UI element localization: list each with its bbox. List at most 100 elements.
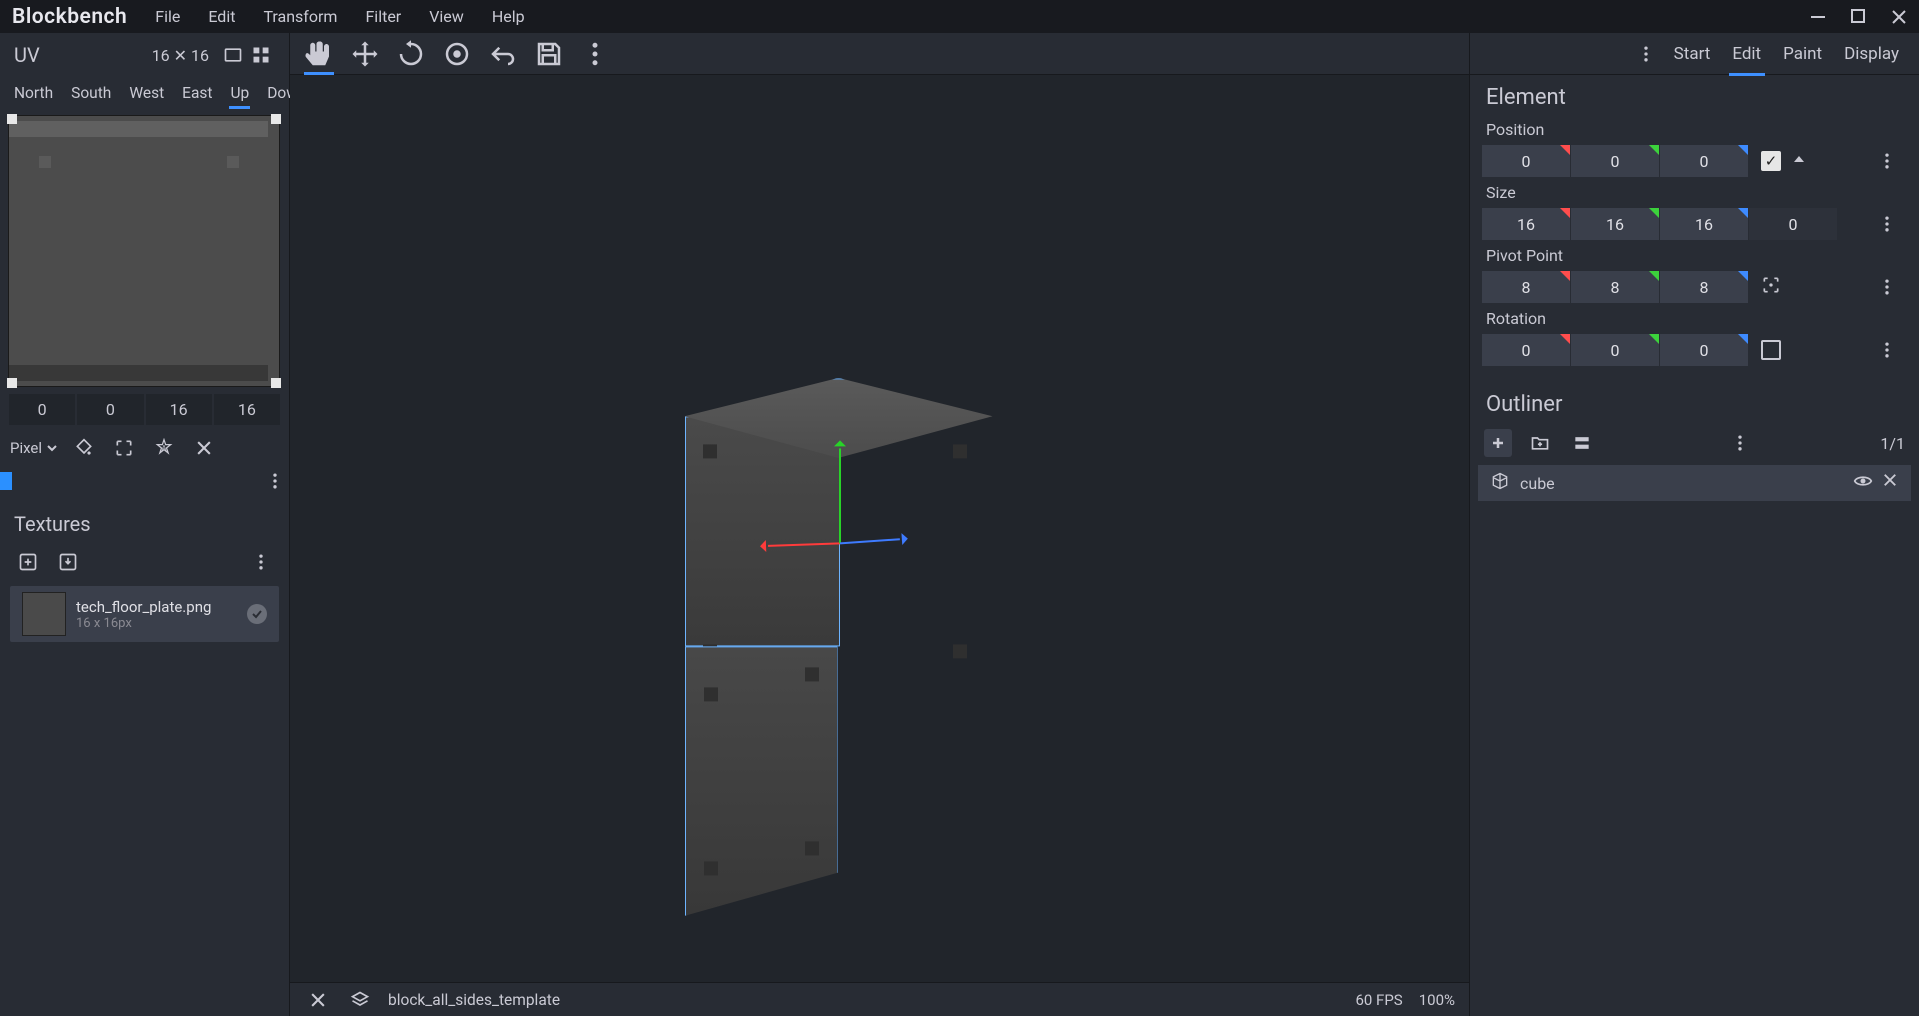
rotation-row: 0 0 0 <box>1470 332 1919 368</box>
rotation-rescale-checkbox[interactable] <box>1761 340 1781 360</box>
size-inflate[interactable]: 0 <box>1749 208 1837 240</box>
mode-tabs: Start Edit Paint Display <box>1470 33 1919 75</box>
menubar: Blockbench File Edit Transform Filter Vi… <box>0 0 1919 33</box>
position-x[interactable]: 0 <box>1482 145 1570 177</box>
pivot-tool-icon[interactable] <box>442 39 472 69</box>
uv-coords: 0 0 16 16 <box>8 393 281 426</box>
center-panel: block_all_sides_template 60 FPS 100% <box>290 33 1469 1016</box>
rotation-x[interactable]: 0 <box>1482 334 1570 366</box>
window-minimize[interactable] <box>1811 9 1827 25</box>
toolbar-options-icon[interactable] <box>580 39 610 69</box>
mode-edit[interactable]: Edit <box>1724 40 1769 68</box>
status-close-icon[interactable] <box>304 986 332 1014</box>
textures-title: Textures <box>0 504 289 544</box>
clear-icon[interactable] <box>190 434 218 462</box>
pivot-z[interactable]: 8 <box>1660 271 1748 303</box>
add-texture-icon[interactable] <box>14 548 42 576</box>
move-tool-icon[interactable] <box>350 39 380 69</box>
menu-edit[interactable]: Edit <box>196 3 247 30</box>
add-group-icon[interactable] <box>1526 429 1554 457</box>
mode-paint[interactable]: Paint <box>1775 40 1830 68</box>
pan-tool-icon[interactable] <box>304 39 334 69</box>
size-x[interactable]: 16 <box>1482 208 1570 240</box>
size-y[interactable]: 16 <box>1571 208 1659 240</box>
import-texture-icon[interactable] <box>54 548 82 576</box>
mode-options-icon[interactable] <box>1632 40 1660 68</box>
mode-start[interactable]: Start <box>1666 40 1719 68</box>
uv-coord-x2[interactable]: 16 <box>146 394 212 425</box>
menu-file[interactable]: File <box>143 3 192 30</box>
size-z[interactable]: 16 <box>1660 208 1748 240</box>
face-north[interactable]: North <box>6 82 61 104</box>
uv-fullscreen-icon[interactable] <box>219 41 247 69</box>
outliner-item[interactable]: cube <box>1478 465 1911 501</box>
cube-icon <box>1490 471 1510 495</box>
uv-coord-y2[interactable]: 16 <box>214 394 280 425</box>
statusbar: block_all_sides_template 60 FPS 100% <box>290 982 1469 1016</box>
color-options-icon[interactable] <box>261 467 289 495</box>
window-close[interactable] <box>1891 9 1907 25</box>
face-east[interactable]: East <box>174 82 220 104</box>
uv-coord-y1[interactable]: 0 <box>77 394 143 425</box>
position-collapse-icon[interactable] <box>1791 151 1807 171</box>
gizmo-z-axis[interactable] <box>839 538 899 544</box>
rotation-options-icon[interactable] <box>1873 336 1901 364</box>
textures-options-icon[interactable] <box>247 548 275 576</box>
status-project-name: block_all_sides_template <box>388 991 560 1009</box>
color-chip[interactable] <box>0 472 12 490</box>
center-pivot-icon[interactable] <box>1761 275 1781 299</box>
position-y[interactable]: 0 <box>1571 145 1659 177</box>
menu-transform[interactable]: Transform <box>251 3 349 30</box>
size-options-icon[interactable] <box>1873 210 1901 238</box>
add-cube-icon[interactable] <box>1484 429 1512 457</box>
outliner-toggle-icon[interactable] <box>1568 429 1596 457</box>
rotation-y[interactable]: 0 <box>1571 334 1659 366</box>
menu-filter[interactable]: Filter <box>353 3 413 30</box>
viewport[interactable] <box>290 75 1469 1016</box>
position-options-icon[interactable] <box>1873 147 1901 175</box>
expand-icon[interactable] <box>110 434 138 462</box>
auto-uv-icon[interactable]: A <box>150 434 178 462</box>
window-maximize[interactable] <box>1851 9 1867 25</box>
app-logo: Blockbench <box>12 5 127 29</box>
pivot-label: Pivot Point <box>1470 242 1919 269</box>
pivot-x[interactable]: 8 <box>1482 271 1570 303</box>
uv-face-tabs: North South West East Up Down <box>0 77 289 109</box>
uv-title: UV <box>14 43 40 67</box>
pivot-options-icon[interactable] <box>1873 273 1901 301</box>
position-lock-checkbox[interactable]: ✓ <box>1761 151 1781 171</box>
gizmo-y-axis[interactable] <box>839 448 841 543</box>
element-title: Element <box>1470 75 1919 116</box>
remove-icon[interactable] <box>1881 471 1899 495</box>
mode-display[interactable]: Display <box>1836 40 1907 68</box>
visibility-icon[interactable] <box>1853 471 1873 495</box>
face-south[interactable]: South <box>63 82 119 104</box>
texture-saved-icon <box>247 604 267 624</box>
undo-icon[interactable] <box>488 39 518 69</box>
position-z[interactable]: 0 <box>1660 145 1748 177</box>
rotate-tool-icon[interactable] <box>396 39 426 69</box>
viewport-toolbar <box>290 33 1469 75</box>
menu-view[interactable]: View <box>417 3 476 30</box>
outliner-options-icon[interactable] <box>1726 429 1754 457</box>
pivot-y[interactable]: 8 <box>1571 271 1659 303</box>
fill-icon[interactable] <box>70 434 98 462</box>
status-layers-icon[interactable] <box>346 986 374 1014</box>
uv-size: 16 ✕ 16 <box>152 46 209 65</box>
uv-coord-x1[interactable]: 0 <box>9 394 75 425</box>
right-panel: Start Edit Paint Display Element Positio… <box>1469 33 1919 1016</box>
rotation-z[interactable]: 0 <box>1660 334 1748 366</box>
uv-grid-icon[interactable] <box>247 41 275 69</box>
menu-help[interactable]: Help <box>480 3 537 30</box>
uv-display[interactable] <box>8 115 281 387</box>
uv-canvas[interactable] <box>8 115 280 387</box>
face-up[interactable]: Up <box>222 82 257 104</box>
texture-item[interactable]: tech_floor_plate.png 16 x 16px <box>10 586 279 642</box>
outliner-title: Outliner <box>1470 382 1919 423</box>
face-west[interactable]: West <box>121 82 172 104</box>
rotation-label: Rotation <box>1470 305 1919 332</box>
uv-brush-mode[interactable]: Pixel <box>10 439 58 457</box>
size-label: Size <box>1470 179 1919 206</box>
save-icon[interactable] <box>534 39 564 69</box>
pivot-row: 8 8 8 <box>1470 269 1919 305</box>
